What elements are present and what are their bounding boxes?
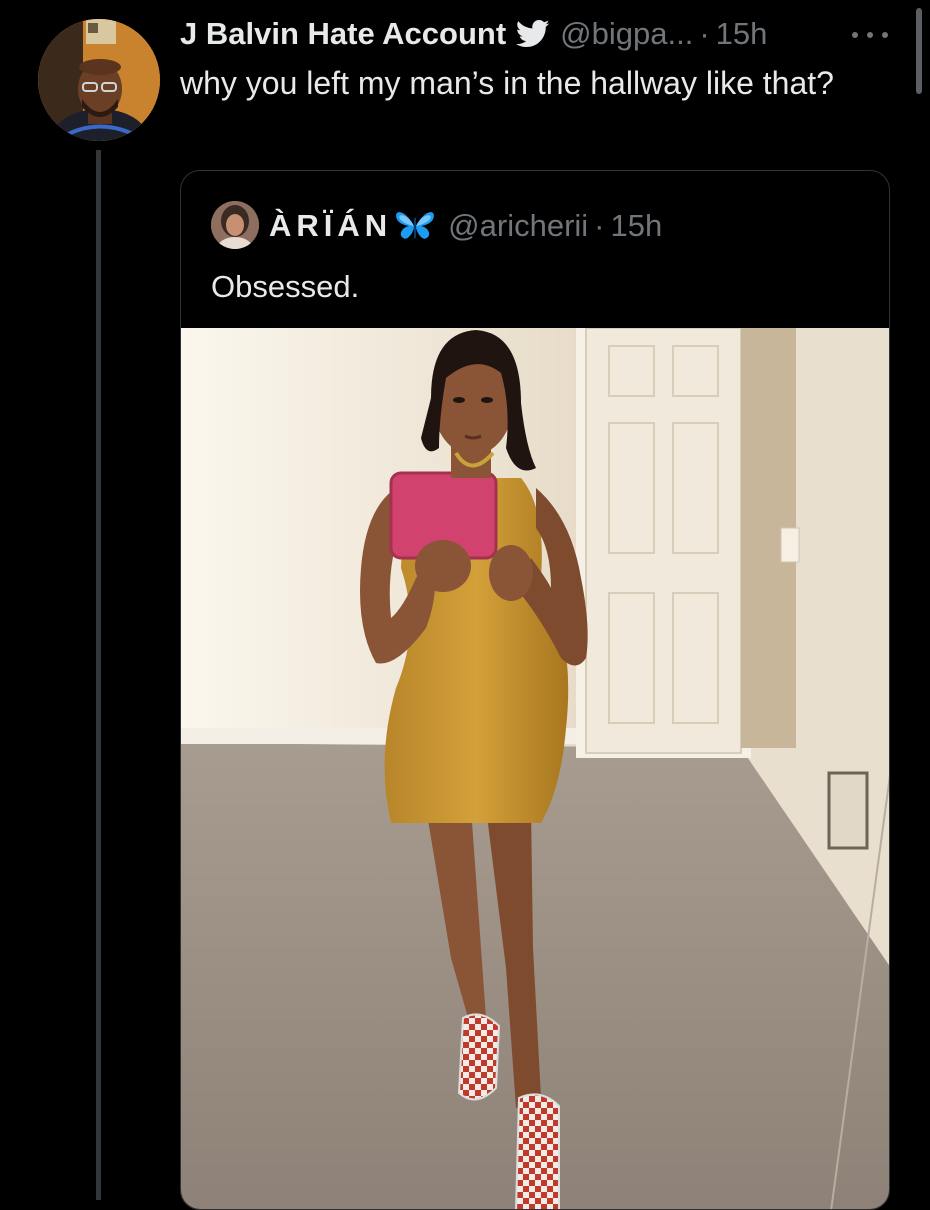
thread-line <box>96 150 101 1200</box>
quoted-author-handle[interactable]: @aricherii <box>448 208 588 244</box>
quoted-tweet-card[interactable]: ÀRÏÁN @aricherii · 15h Obsessed. <box>180 170 890 1210</box>
quoted-author-avatar-image <box>211 201 259 249</box>
author-avatar-image <box>38 19 160 141</box>
quoted-author-avatar[interactable] <box>211 201 259 249</box>
quoted-tweet-photo[interactable] <box>181 328 889 1209</box>
tweet-header: J Balvin Hate Account @bigpa... · 15h <box>180 14 767 54</box>
quoted-tweet-header: ÀRÏÁN @aricherii · 15h <box>269 205 662 247</box>
author-name[interactable]: J Balvin Hate Account <box>180 16 506 52</box>
tweet-timestamp[interactable]: 15h <box>716 16 768 52</box>
twitter-bird-icon <box>516 19 550 49</box>
quoted-tweet-text: Obsessed. <box>211 269 360 304</box>
author-handle[interactable]: @bigpa... <box>560 16 693 52</box>
quoted-author-name[interactable]: ÀRÏÁN <box>269 208 392 244</box>
mirror-selfie-photo <box>181 328 889 1209</box>
scrollbar[interactable] <box>916 8 922 94</box>
author-avatar[interactable] <box>38 19 160 141</box>
tweet-text: why you left my man’s in the hallway lik… <box>180 65 834 101</box>
quoted-separator-dot: · <box>594 208 605 243</box>
butterfly-emoji-icon <box>394 209 436 243</box>
quoted-tweet-timestamp[interactable]: 15h <box>611 208 663 244</box>
more-icon[interactable] <box>852 20 888 50</box>
separator-dot: · <box>699 16 710 51</box>
